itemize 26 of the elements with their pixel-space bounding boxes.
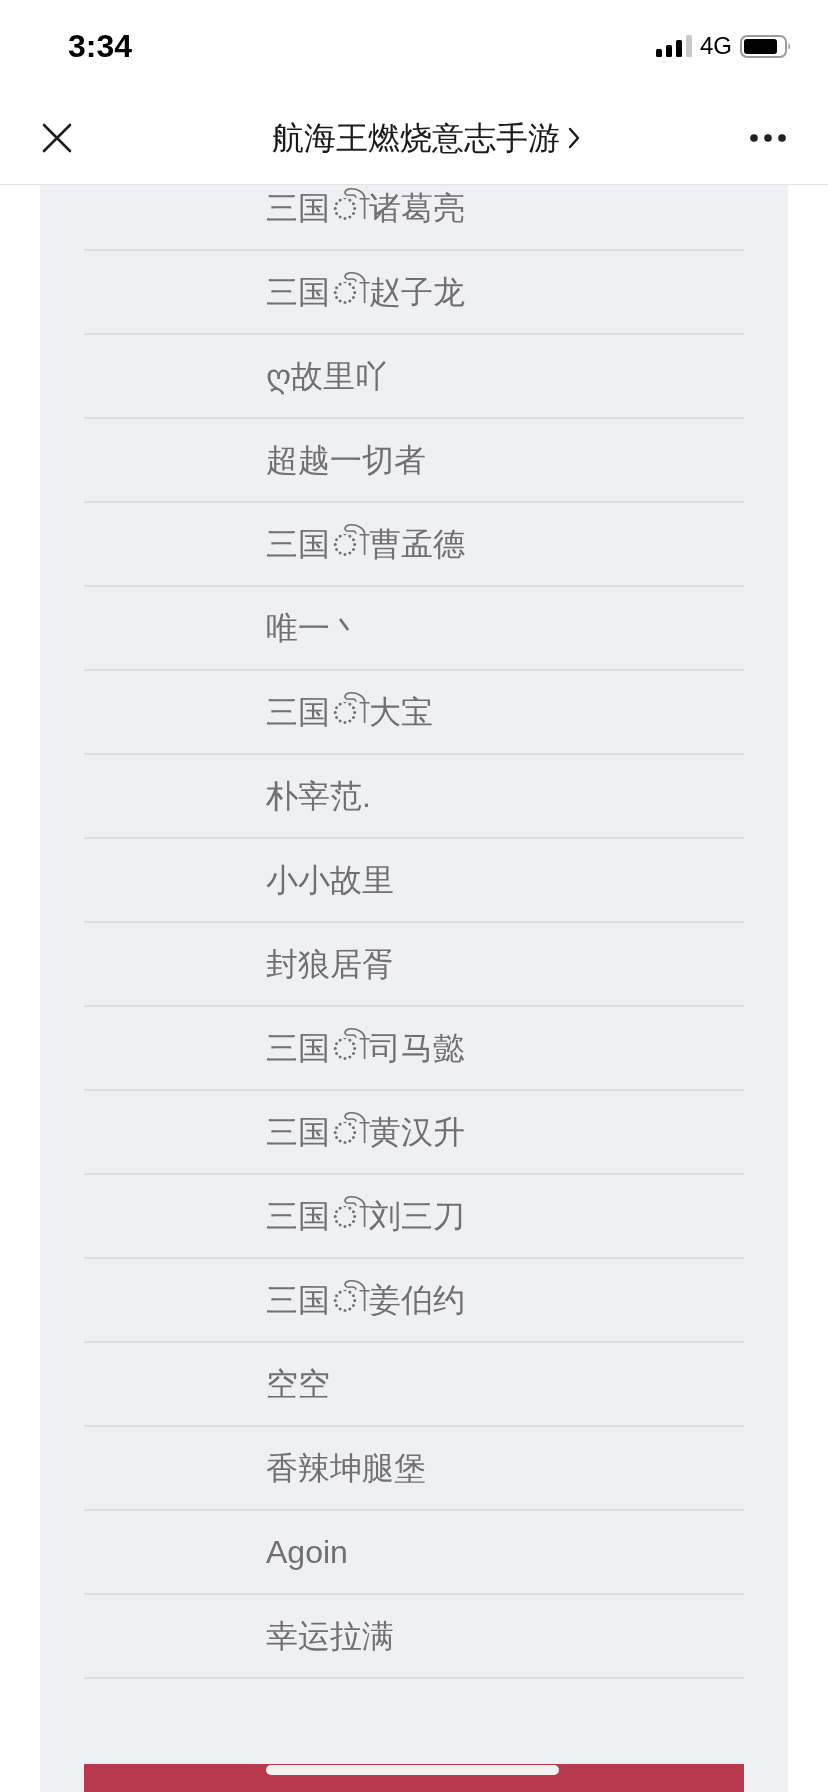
name-text: 三国ী司马懿	[266, 1028, 465, 1068]
battery-icon	[740, 34, 792, 58]
more-icon[interactable]	[750, 134, 786, 142]
name-text: 空空	[266, 1365, 330, 1404]
name-text: 三国ী大宝	[266, 692, 433, 732]
chevron-right-icon[interactable]	[568, 127, 580, 149]
name-text: 超越一切者	[266, 441, 426, 480]
page-title[interactable]: 航海王燃烧意志手游	[272, 122, 560, 154]
name-text: 朴宰范.	[266, 777, 371, 816]
name-text: Agoin	[266, 1533, 348, 1572]
name-text: 三国ী曹孟德	[266, 524, 465, 564]
name-text: 三国ী姜伯约	[266, 1280, 465, 1320]
close-icon[interactable]	[42, 123, 72, 153]
name-text: 三国ী黄汉升	[266, 1112, 465, 1152]
status-time: 3:34	[68, 30, 133, 62]
signal-icon	[656, 35, 692, 57]
name-text: 幸运拉满	[266, 1617, 394, 1656]
name-text: 三国ী赵子龙	[266, 272, 465, 312]
name-text: 三国ী刘三刀	[266, 1196, 465, 1236]
name-text: 唯一丶	[266, 609, 362, 648]
name-text: ღ故里吖	[266, 357, 387, 396]
network-label: 4G	[700, 34, 732, 58]
name-text: 封狼居胥	[266, 945, 394, 984]
name-text: 小小故里	[266, 861, 394, 900]
name-text: 香辣坤腿堡	[266, 1449, 426, 1488]
name-text: 三国ী诸葛亮	[266, 188, 465, 228]
